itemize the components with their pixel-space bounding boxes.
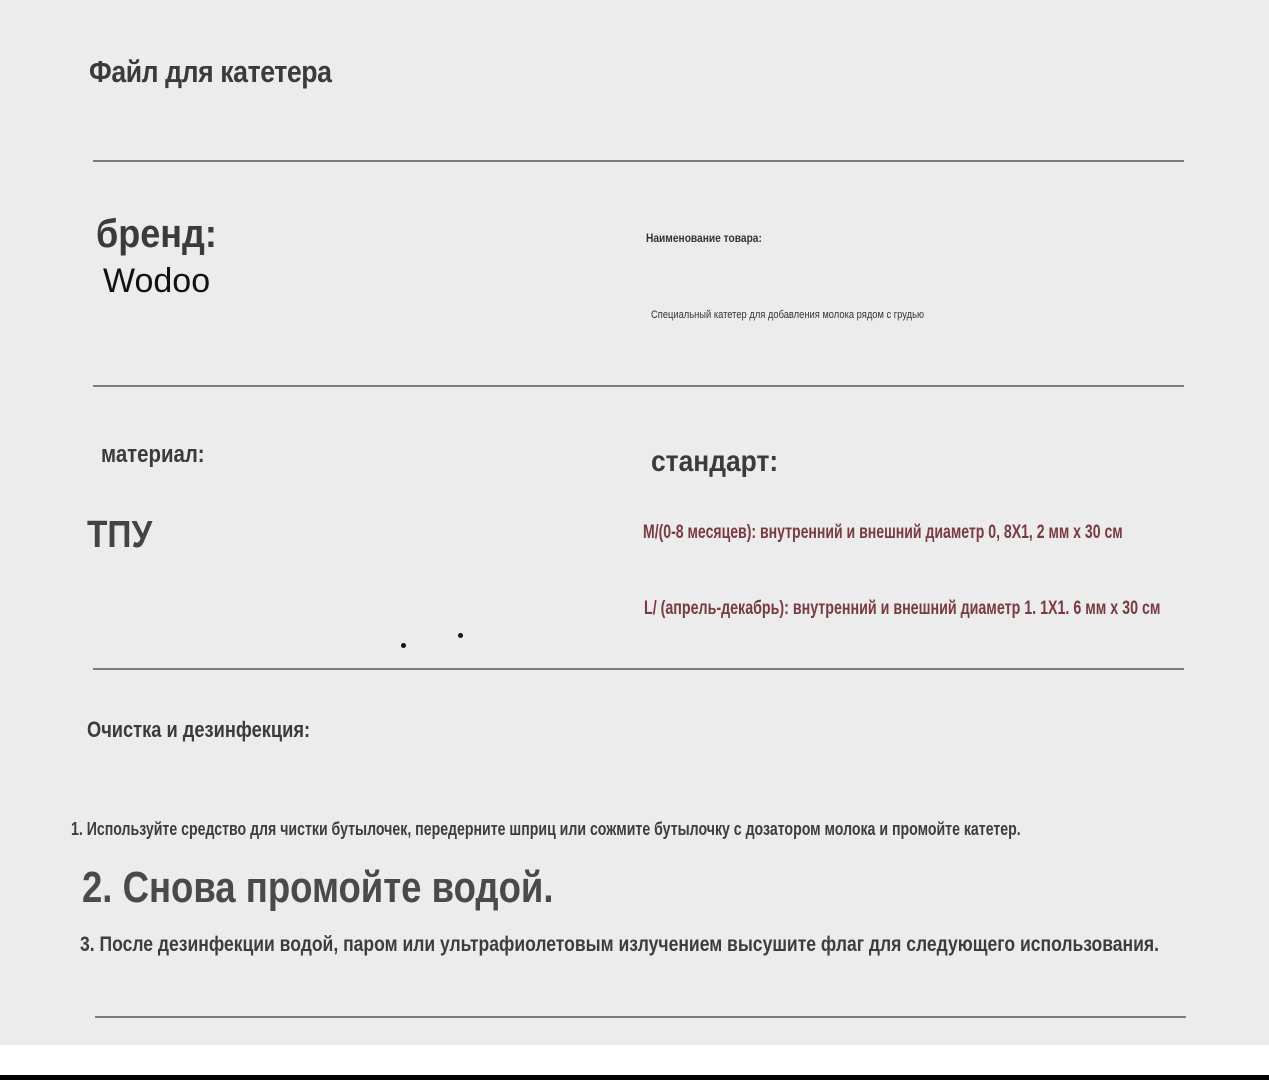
bottom-border	[0, 1075, 1269, 1080]
cleaning-step: 3. После дезинфекции водой, паром или ул…	[80, 933, 1160, 956]
cleaning-step: 1. Используйте средство для чистки бутыл…	[71, 819, 1021, 839]
spec-sheet: Файл для катетера бренд: Wodoo Наименова…	[0, 0, 1269, 1045]
brand-label: бренд:	[96, 212, 217, 256]
cleaning-label: Очистка и дезинфекция:	[87, 717, 311, 742]
standard-size-m: M/(0-8 месяцев): внутренний и внешний ди…	[643, 522, 1123, 543]
material-label: материал:	[101, 441, 205, 468]
material-value: ТПУ	[87, 514, 153, 556]
speck-mark	[458, 633, 463, 638]
divider-2	[93, 385, 1184, 387]
divider-3	[93, 668, 1184, 670]
divider-4	[95, 1016, 1186, 1018]
brand-value: Wodoo	[103, 262, 211, 300]
divider-1	[93, 160, 1184, 162]
speck-mark	[401, 643, 406, 648]
standard-label: стандарт:	[651, 445, 779, 478]
product-name-value: Специальный катетер для добавления молок…	[651, 309, 924, 321]
product-name-label: Наименование товара:	[646, 231, 762, 245]
document-title: Файл для катетера	[89, 54, 332, 89]
cleaning-step: 2. Снова промойте водой.	[82, 863, 554, 912]
standard-size-l: L/ (апрель-декабрь): внутренний и внешни…	[644, 598, 1161, 619]
